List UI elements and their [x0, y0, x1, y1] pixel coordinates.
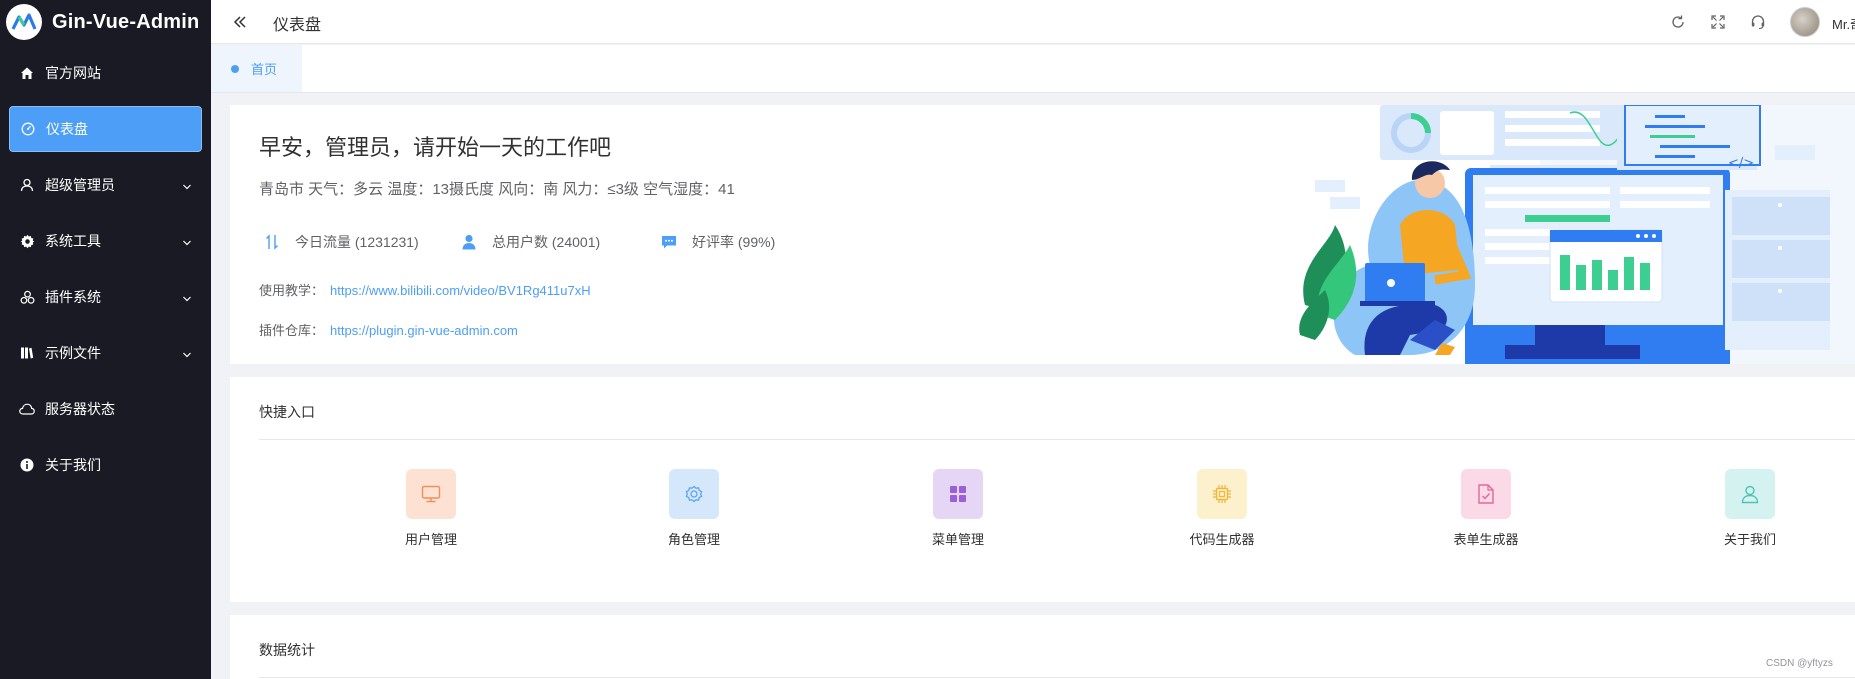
sidebar-item-label: 插件系统: [45, 289, 101, 305]
tab-label: 首页: [251, 62, 278, 77]
stat-label: 今日流量 (1231231): [295, 234, 419, 250]
welcome-card: 早安，管理员，请开始一天的工作吧 青岛市 天气：多云 温度：13摄氏度 风向：南…: [230, 105, 1855, 364]
chevron-down-icon: [182, 235, 192, 251]
plugin-repo-link[interactable]: https://plugin.gin-vue-admin.com: [330, 323, 518, 338]
sidebar-menu: 官方网站 仪表盘 超级管理员 系统工具 插件系统 示例文件 服务器状态 关于我们: [0, 50, 211, 488]
greeting-title: 早安，管理员，请开始一天的工作吧: [259, 135, 612, 160]
sidebar-item-system-tools[interactable]: 系统工具: [9, 218, 202, 264]
document-check-icon: [1461, 469, 1511, 519]
chevron-down-icon: [182, 347, 192, 363]
username[interactable]: Mr.奇: [1832, 14, 1855, 33]
quick-item-label: 角色管理: [667, 532, 720, 547]
tutorial-label: 使用教学：: [259, 283, 325, 298]
statistics-title: 数据统计: [259, 642, 315, 658]
sidebar-item-official-site[interactable]: 官方网站: [9, 50, 202, 96]
plugin-repo-label: 插件仓库：: [259, 323, 325, 338]
refresh-icon[interactable]: [1670, 14, 1686, 30]
quick-item-code-generator[interactable]: 代码生成器: [1162, 469, 1282, 548]
quick-item-label: 菜单管理: [931, 532, 984, 547]
quick-item-label: 表单生成器: [1453, 532, 1519, 547]
stat-users: 总用户数 (24001): [460, 232, 600, 252]
sidebar-item-example-files[interactable]: 示例文件: [9, 330, 202, 376]
users-icon: [460, 233, 478, 251]
divider: [259, 439, 1855, 440]
sidebar: Gin-Vue-Admin 官方网站 仪表盘 超级管理员 系统工具 插件系统 示…: [0, 0, 211, 679]
cpu-icon: [1197, 469, 1247, 519]
avatar[interactable]: [1790, 7, 1820, 37]
chevron-down-icon: [182, 179, 192, 195]
quick-item-form-generator[interactable]: 表单生成器: [1426, 469, 1546, 548]
sidebar-item-label: 系统工具: [45, 233, 101, 249]
quick-item-label: 代码生成器: [1189, 532, 1255, 547]
logo[interactable]: Gin-Vue-Admin: [0, 0, 211, 44]
menu-grid-icon: [933, 469, 983, 519]
tutorial-row: 使用教学： https://www.bilibili.com/video/BV1R…: [259, 280, 591, 299]
stat-rating: 好评率 (99%): [660, 232, 775, 252]
tutorial-link[interactable]: https://www.bilibili.com/video/BV1Rg411u…: [330, 283, 591, 298]
top-header: 仪表盘 Mr.奇: [211, 0, 1855, 44]
quick-item-menu-management[interactable]: 菜单管理: [898, 469, 1018, 548]
tab-home[interactable]: 首页: [211, 45, 302, 92]
info-icon: [19, 457, 35, 473]
dashboard-icon: [20, 121, 36, 137]
weather-info: 青岛市 天气：多云 温度：13摄氏度 风向：南 风力：≤3级 空气湿度：41: [259, 181, 735, 198]
data-statistics-card: 数据统计: [230, 615, 1855, 679]
plugin-icon: [19, 289, 35, 305]
quick-item-label: 关于我们: [1723, 532, 1776, 547]
logo-icon: [6, 4, 42, 40]
monitor-icon: [406, 469, 456, 519]
dashboard-illustration: </>: [1299, 105, 1855, 364]
sidebar-item-label: 示例文件: [45, 345, 101, 361]
svg-text:</>: </>: [1728, 156, 1754, 171]
breadcrumb: 仪表盘: [273, 17, 322, 34]
plugin-repo-row: 插件仓库： https://plugin.gin-vue-admin.com: [259, 320, 518, 339]
quick-item-user-management[interactable]: 用户管理: [371, 469, 491, 548]
quick-entry-title: 快捷入口: [259, 404, 315, 420]
quick-item-role-management[interactable]: 角色管理: [634, 469, 754, 548]
user-icon: [19, 177, 35, 193]
quick-item-label: 用户管理: [404, 532, 457, 547]
stat-label: 总用户数 (24001): [492, 234, 601, 250]
quick-entry-card: 快捷入口 用户管理 角色管理 菜单管理 代码生成器 表单生成器 关于我们: [230, 377, 1855, 602]
sidebar-item-label: 超级管理员: [45, 177, 115, 193]
stat-label: 好评率 (99%): [692, 234, 776, 250]
headset-icon[interactable]: [1750, 14, 1766, 30]
tabs-bar: 首页: [211, 45, 1855, 93]
sidebar-item-label: 仪表盘: [46, 121, 88, 137]
user-outline-icon: [1725, 469, 1775, 519]
watermark: CSDN @yftyzs: [1766, 658, 1833, 669]
cloud-icon: [19, 401, 35, 417]
sidebar-item-dashboard[interactable]: 仪表盘: [9, 106, 202, 152]
stat-traffic: 今日流量 (1231231): [263, 232, 419, 252]
quick-item-about-us[interactable]: 关于我们: [1690, 469, 1810, 548]
fullscreen-icon[interactable]: [1710, 14, 1726, 30]
home-icon: [19, 65, 35, 81]
chevron-down-icon: [182, 291, 192, 307]
files-icon: [19, 345, 35, 361]
app-title: Gin-Vue-Admin: [52, 10, 200, 33]
gear-icon: [19, 233, 35, 249]
chat-icon: [660, 233, 678, 251]
sidebar-item-about-us[interactable]: 关于我们: [9, 442, 202, 488]
active-tab-dot: [231, 64, 239, 73]
sidebar-item-label: 官方网站: [45, 65, 101, 81]
sidebar-item-label: 关于我们: [45, 457, 101, 473]
divider: [259, 677, 1855, 678]
traffic-icon: [263, 233, 281, 251]
sidebar-item-server-status[interactable]: 服务器状态: [9, 386, 202, 432]
sidebar-item-plugin-system[interactable]: 插件系统: [9, 274, 202, 320]
sidebar-item-label: 服务器状态: [45, 401, 115, 417]
sidebar-item-super-admin[interactable]: 超级管理员: [9, 162, 202, 208]
setting-icon: [669, 469, 719, 519]
collapse-sidebar-icon[interactable]: [231, 13, 249, 31]
